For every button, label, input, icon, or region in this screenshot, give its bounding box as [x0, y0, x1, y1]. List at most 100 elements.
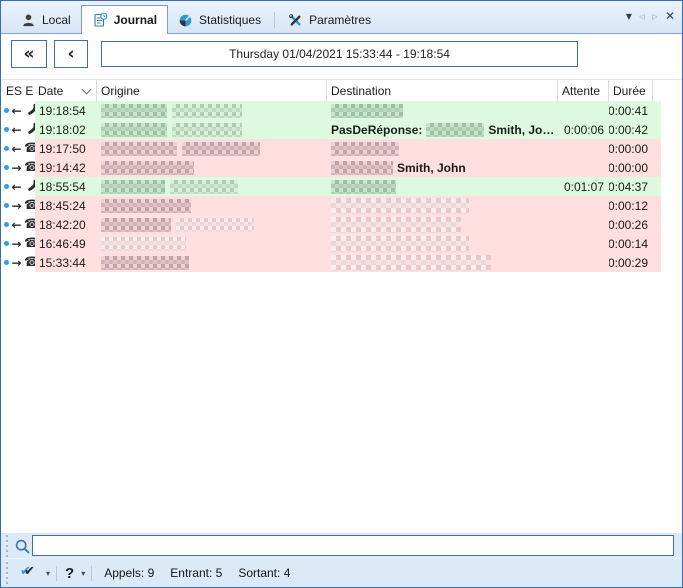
outgoing-arrow-icon: → — [11, 161, 22, 175]
attente-cell — [558, 139, 609, 158]
table-body: ← 19:18:54 0:00:41←19:18:02PasDeRéponse:Sm… — [1, 101, 682, 272]
redacted-block — [331, 198, 469, 214]
call-state-cell: ← — [1, 177, 35, 196]
telephone-icon: ☎ — [24, 199, 35, 212]
call-time-cell: 19:18:54 — [35, 101, 97, 120]
redacted-block — [101, 237, 186, 251]
redacted-block — [331, 161, 393, 175]
telephone-icon: ☎ — [24, 142, 35, 155]
search-input[interactable] — [32, 535, 674, 556]
destination-cell — [327, 139, 558, 158]
table-row[interactable]: →☎15:33:440:00:29 — [1, 253, 682, 272]
sort-desc-icon — [82, 84, 92, 94]
table-row[interactable]: ←18:55:540:01:070:04:37 — [1, 177, 682, 196]
tab-parametres[interactable]: Paramètres — [278, 7, 381, 33]
state-dot-icon — [4, 127, 9, 132]
row-filler-cell — [653, 234, 661, 253]
table-row[interactable]: ←19:18:540:00:41 — [1, 101, 682, 120]
scroll-tabs-right-icon[interactable]: ▹ — [652, 10, 658, 22]
table-row[interactable]: →☎16:46:49 0:00:14 — [1, 234, 682, 253]
attente-cell — [558, 215, 609, 234]
call-time-cell: 16:46:49 — [35, 234, 97, 253]
double-check-icon[interactable]: ✔✔ — [20, 565, 39, 581]
tab-local[interactable]: Local — [11, 7, 81, 33]
origin-cell — [97, 234, 327, 253]
state-dot-icon — [4, 203, 9, 208]
tab-statistiques-label: Statistiques — [199, 13, 261, 27]
telephone-icon: ☎ — [24, 237, 35, 250]
table-row[interactable]: ←19:18:02PasDeRéponse:Smith, Jo…0:00:060… — [1, 120, 682, 139]
call-state-cell: →☎ — [1, 234, 35, 253]
redacted-block — [172, 104, 242, 118]
incoming-arrow-icon: ← — [11, 142, 22, 156]
call-state-cell: ← — [1, 120, 35, 139]
close-icon[interactable]: ✕ — [665, 10, 675, 22]
row-filler-cell — [653, 253, 661, 272]
outgoing-arrow-icon: → — [11, 199, 22, 213]
duree-cell: 0:00:29 — [609, 253, 653, 272]
tab-local-label: Local — [42, 13, 71, 27]
tab-menu-icon[interactable]: ▾ — [626, 10, 632, 22]
call-time-cell: 18:55:54 — [35, 177, 97, 196]
state-dot-icon — [4, 146, 9, 151]
column-header-attente[interactable]: Attente — [558, 80, 609, 101]
pie-chart-icon — [178, 13, 193, 28]
incoming-arrow-icon: ← — [11, 123, 22, 137]
table-row[interactable]: ←☎19:17:50 0:00:00 — [1, 139, 682, 158]
tab-journal[interactable]: Journal — [81, 5, 168, 34]
total-calls-count: Appels: 9 — [104, 566, 154, 580]
call-journal-window: Local Journal Statistiques — [0, 0, 683, 588]
first-day-button[interactable]: « — [11, 40, 47, 68]
duree-cell: 0:00:14 — [609, 234, 653, 253]
column-header-destination[interactable]: Destination — [327, 80, 558, 101]
previous-day-button[interactable]: ‹ — [54, 40, 88, 68]
destination-cell — [327, 234, 558, 253]
filter-dropdown-icon[interactable]: ▾ — [46, 569, 50, 578]
table-header: ES E Date Origine Destination Attente Du… — [1, 80, 682, 101]
redacted-block — [101, 104, 167, 118]
column-header-date[interactable]: Date — [34, 80, 97, 101]
column-header-es-e[interactable]: ES E — [1, 80, 34, 101]
help-button[interactable]: ? — [65, 565, 74, 582]
duree-cell: 0:00:00 — [609, 139, 653, 158]
destination-cell — [327, 215, 558, 234]
drag-grip[interactable] — [3, 562, 10, 584]
redacted-block — [101, 256, 189, 270]
duree-cell: 0:00:42 — [609, 120, 653, 139]
state-dot-icon — [4, 184, 9, 189]
column-header-duree[interactable]: Durée — [609, 80, 653, 101]
destination-cell: PasDeRéponse:Smith, Jo… — [327, 120, 558, 139]
date-range-box[interactable]: Thursday 01/04/2021 15:33:44 - 19:18:54 — [101, 41, 578, 67]
redacted-block — [331, 104, 403, 118]
attente-cell — [558, 101, 609, 120]
help-dropdown-icon[interactable]: ▾ — [81, 569, 85, 578]
handset-icon — [24, 179, 35, 195]
call-time-cell: 18:45:24 — [35, 196, 97, 215]
date-range-label: Thursday 01/04/2021 15:33:44 - 19:18:54 — [229, 47, 450, 61]
table-row[interactable]: →☎18:45:240:00:12 — [1, 196, 682, 215]
origin-cell — [97, 158, 327, 177]
statusbar-separator — [91, 566, 92, 581]
status-bar: ✔✔ ▾ ? ▾ Appels: 9 Entrant: 5 Sortant: 4 — [1, 558, 682, 587]
tab-statistiques[interactable]: Statistiques — [168, 7, 271, 33]
origin-cell — [97, 120, 327, 139]
state-dot-icon — [4, 165, 9, 170]
destination-cell — [327, 253, 558, 272]
redacted-block — [331, 236, 469, 252]
redacted-block — [331, 255, 491, 271]
row-filler-cell — [653, 196, 661, 215]
call-time-cell: 19:17:50 — [35, 139, 97, 158]
drag-grip[interactable] — [3, 535, 10, 557]
column-header-origine[interactable]: Origine — [97, 80, 327, 101]
contact-name-label: Smith, John — [397, 161, 466, 175]
duree-cell: 0:00:41 — [609, 101, 653, 120]
table-row[interactable]: ←☎18:42:200:00:26 — [1, 215, 682, 234]
call-state-cell: →☎ — [1, 158, 35, 177]
redacted-block — [101, 161, 194, 175]
attente-cell: 0:01:07 — [558, 177, 609, 196]
table-row[interactable]: →☎19:14:42Smith, John0:00:00 — [1, 158, 682, 177]
scroll-tabs-left-icon[interactable]: ◃ — [639, 10, 645, 22]
call-log-table: ES E Date Origine Destination Attente Du… — [1, 79, 682, 272]
row-filler-cell — [653, 120, 661, 139]
outgoing-arrow-icon: → — [11, 237, 22, 251]
